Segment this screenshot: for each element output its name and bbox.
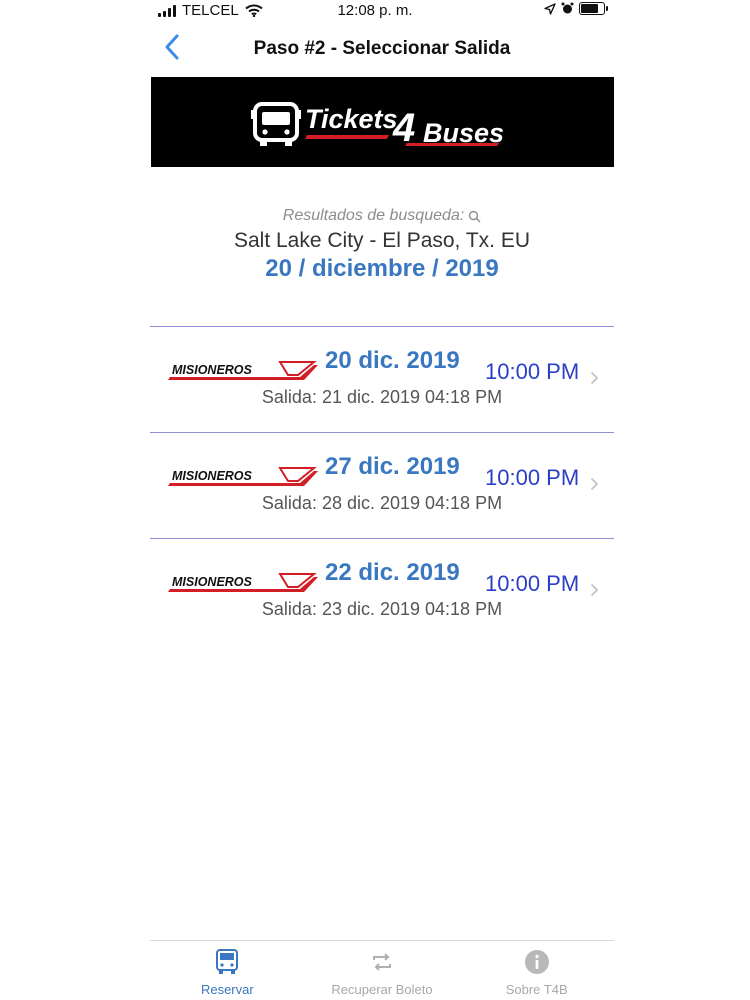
search-summary: Resultados de busqueda: Salt Lake City -…	[150, 207, 614, 283]
trip-time: 10:00 PM	[485, 359, 580, 384]
result-row[interactable]: MISIONEROS 22 dic. 2019 10:00 PM Salida:…	[150, 538, 614, 644]
tab-label: Recuperar Boleto	[331, 982, 433, 997]
brand-banner: Tickets 4 Buses	[151, 77, 614, 167]
status-bar: TELCEL 12:08 p. m.	[0, 0, 750, 24]
nav-bar: Paso #2 - Seleccionar Salida	[150, 28, 614, 72]
trip-time: 10:00 PM	[485, 571, 580, 596]
info-icon	[524, 950, 549, 974]
status-right	[544, 2, 608, 15]
tab-label: Reservar	[200, 982, 254, 997]
bus-logo-icon	[251, 102, 301, 146]
trip-date: 27 dic. 2019	[325, 453, 460, 480]
departure-text: Salida: 28 dic. 2019 04:18 PM	[261, 493, 503, 513]
alarm-icon	[561, 2, 574, 14]
trip-date: 22 dic. 2019	[325, 559, 460, 586]
location-arrow-icon	[544, 2, 556, 15]
search-date: 20 / diciembre / 2019	[265, 255, 499, 282]
battery-icon	[579, 2, 608, 15]
results-list: MISIONEROS 20 dic. 2019 10:00 PM Salida:…	[150, 326, 614, 644]
departure-text: Salida: 21 dic. 2019 04:18 PM	[261, 387, 503, 407]
search-icon	[469, 210, 481, 222]
carrier-name: MISIONEROS	[172, 575, 253, 589]
misioneros-logo: MISIONEROS	[168, 573, 318, 592]
trip-time: 10:00 PM	[485, 465, 580, 490]
bus-icon	[216, 949, 239, 974]
tickets4buses-logo: Tickets 4 Buses	[251, 102, 504, 150]
carrier-name: MISIONEROS	[172, 469, 253, 483]
result-row[interactable]: MISIONEROS 20 dic. 2019 10:00 PM Salida:…	[150, 326, 614, 432]
carrier-name: MISIONEROS	[172, 363, 253, 377]
tab-reservar[interactable]: Reservar	[150, 941, 305, 1000]
misioneros-logo: MISIONEROS	[168, 467, 318, 486]
chevron-right-icon	[590, 371, 599, 385]
tab-sobre-t4b[interactable]: Sobre T4B	[459, 941, 614, 1000]
tab-bar: Reservar Recuperar Boleto Sobre T4B	[150, 940, 614, 1000]
route-text: Salt Lake City - El Paso, Tx. EU	[233, 229, 531, 252]
logo-red-stripe	[305, 135, 389, 139]
status-time: 12:08 p. m.	[337, 2, 413, 19]
chevron-right-icon	[590, 583, 599, 597]
search-label-text: Resultados de busqueda:	[282, 207, 465, 224]
trip-date: 20 dic. 2019	[325, 347, 460, 374]
page-title: Paso #2 - Seleccionar Salida	[253, 38, 511, 59]
misioneros-logo: MISIONEROS	[168, 361, 318, 380]
tab-label: Sobre T4B	[505, 982, 568, 997]
search-results-label: Resultados de busqueda:	[283, 207, 481, 225]
chevron-right-icon	[590, 477, 599, 491]
result-row[interactable]: MISIONEROS 27 dic. 2019 10:00 PM Salida:…	[150, 432, 614, 538]
logo-red-stripe-2	[405, 143, 499, 146]
refresh-icon	[373, 953, 391, 971]
logo-text-tickets: Tickets	[305, 104, 398, 134]
tab-recuperar-boleto[interactable]: Recuperar Boleto	[305, 941, 460, 1000]
departure-text: Salida: 23 dic. 2019 04:18 PM	[261, 599, 503, 619]
